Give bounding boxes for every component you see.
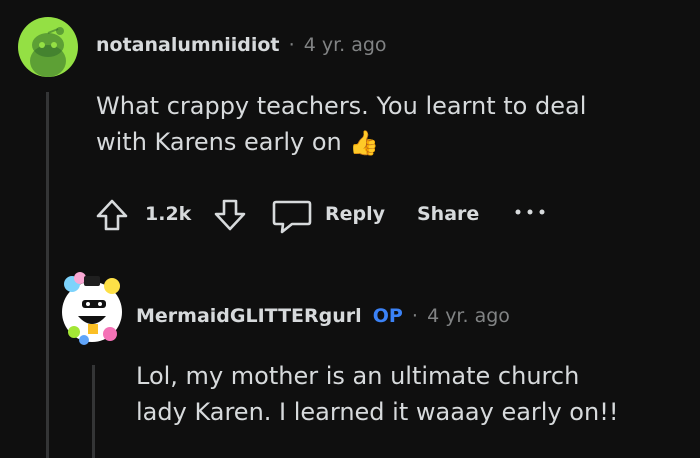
snoo-avatar-icon (30, 27, 66, 77)
comment-header: MermaidGLITTERgurl OP · 4 yr. ago (136, 305, 510, 327)
thread-line[interactable] (46, 92, 49, 458)
custom-avatar-icon (62, 272, 122, 345)
reply-button[interactable]: Reply (325, 203, 385, 225)
separator: · (288, 34, 295, 56)
avatar[interactable] (18, 17, 78, 77)
vote-count: 1.2k (145, 203, 192, 225)
share-button[interactable]: Share (417, 203, 479, 225)
username[interactable]: MermaidGLITTERgurl (136, 305, 362, 327)
downvote-button[interactable] (210, 195, 250, 235)
separator: · (411, 305, 418, 327)
more-dots-icon (515, 209, 545, 215)
comment-text-line: lady Karen. I learned it waaay early on!… (136, 398, 619, 426)
upvote-arrow-icon (96, 199, 128, 231)
op-badge: OP (372, 305, 403, 327)
comment-bubble-icon (272, 200, 312, 234)
avatar[interactable] (60, 266, 128, 350)
comment-body: What crappy teachers. You learnt to deal… (96, 88, 686, 161)
upvote-button[interactable] (92, 195, 132, 235)
comment-text-line: with Karens early on (96, 128, 342, 156)
thread-line[interactable] (92, 365, 95, 458)
comment-body: Lol, my mother is an ultimate church lad… (136, 358, 696, 430)
more-options-button[interactable] (510, 200, 550, 224)
comment-header: notanalumniidiot · 4 yr. ago (96, 34, 387, 56)
comment-text-line: Lol, my mother is an ultimate church (136, 362, 580, 390)
thumbs-up-emoji: 👍 (349, 129, 380, 157)
downvote-arrow-icon (214, 199, 246, 231)
comment-text-line: What crappy teachers. You learnt to deal (96, 92, 587, 120)
username[interactable]: notanalumniidiot (96, 34, 279, 56)
timestamp[interactable]: 4 yr. ago (304, 34, 387, 56)
timestamp[interactable]: 4 yr. ago (427, 305, 510, 327)
reply-icon-button[interactable] (270, 196, 314, 236)
